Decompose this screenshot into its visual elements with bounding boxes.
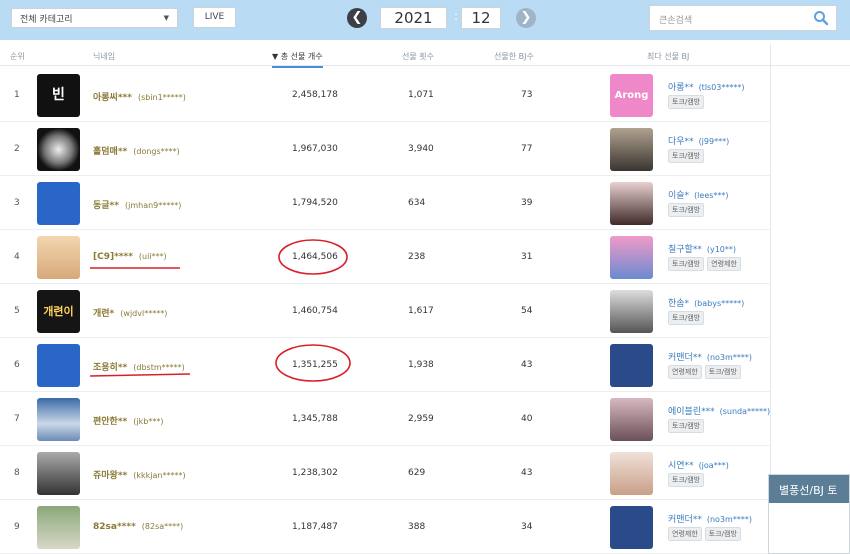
red-annotations bbox=[89, 239, 351, 382]
circle-annotation-2 bbox=[275, 344, 351, 382]
underline-annotation-2 bbox=[89, 373, 191, 377]
circle-annotation-1 bbox=[278, 239, 348, 275]
